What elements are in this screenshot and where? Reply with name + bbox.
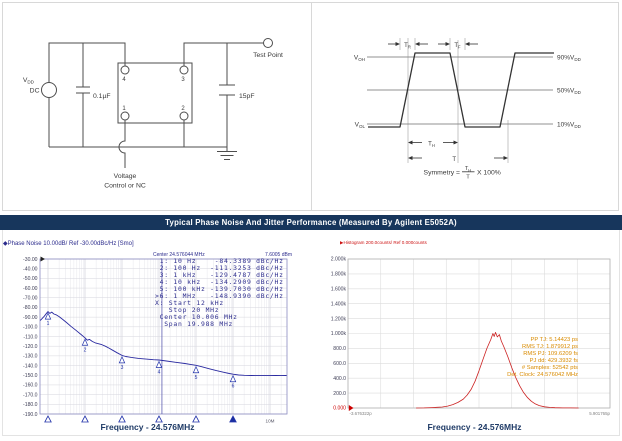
jitter-stat-line: PJ dd: 429.3932 fs: [451, 358, 578, 365]
jitter-statistics: PP TJ: 5.14423 psRMS TJ: 1.879912 psRMS …: [451, 337, 578, 379]
level-90-label: 90%VDD: [557, 55, 582, 63]
section-banner-title: Typical Phase Noise And Jitter Performan…: [165, 218, 457, 227]
reference-lines: [367, 57, 553, 124]
bypass-cap-label: 0.1µF: [93, 93, 111, 100]
y-axis-tick-label: -110.0: [23, 334, 37, 340]
jitter-stat-line: # Samples: 52542 pts: [451, 365, 578, 372]
y-axis-tick-label: 200.0: [333, 391, 346, 397]
high-time-label: TH: [428, 142, 435, 148]
y-axis-tick-label: 1.400k: [331, 301, 347, 307]
fall-time-label: TF: [454, 43, 461, 49]
ic-pin-3: [180, 66, 188, 74]
y-axis-tick-label: -130.0: [23, 354, 38, 360]
ref-level-arrow-icon: [41, 257, 46, 262]
output-wire: [184, 43, 264, 66]
pin3-label: 3: [181, 77, 185, 83]
pin4-label: 4: [122, 77, 126, 83]
dimension-arrows: [388, 42, 508, 172]
y-axis-tick-label: -100.0: [23, 325, 38, 331]
y-axis-tick-label: 1.000k: [331, 331, 347, 337]
curve-marker-number: 4: [158, 370, 161, 376]
phase-noise-header: ◆Phase Noise 10.00dB/ Ref -30.00dBc/Hz […: [3, 240, 134, 247]
level-10-label: 10%VDD: [557, 122, 582, 130]
section-banner: Typical Phase Noise And Jitter Performan…: [0, 215, 622, 230]
vdd-wire: [49, 43, 125, 83]
y-axis-tick-label: 800.0: [333, 346, 346, 352]
curve-marker-number: 1: [47, 321, 50, 327]
y-axis-tick-label: 2.000k: [331, 257, 347, 263]
y-axis-tick-label: -30.00: [23, 257, 38, 263]
control-label-line1: Voltage: [114, 173, 137, 180]
y-axis-tick-label: 1.800k: [331, 272, 347, 278]
datasheet-page: VDD DC 0.1µF 15pF Test Point 4 3 1 2 Vol…: [0, 0, 622, 441]
y-axis-tick-label: -180.0: [23, 402, 38, 408]
y-axis-tick-label: -150.0: [23, 373, 38, 379]
pin2-label: 2: [181, 106, 185, 112]
control-label-line2: Control or NC: [104, 183, 146, 190]
curve-marker-number: 3: [121, 365, 124, 371]
curve-marker-number: 6: [232, 384, 235, 390]
load-cap-label: 15pF: [239, 93, 255, 100]
waveform-timing-diagram: VOH VOL 90%VDD 50%VDD 10%VDD TR TF TH T …: [311, 0, 622, 211]
y-axis-tick-label: -60.00: [23, 286, 38, 292]
symmetry-label: Symmetry =: [424, 170, 460, 177]
phase-noise-axis-title: Frequency - 24.576MHz: [0, 422, 303, 432]
bypass-capacitor: [76, 43, 90, 147]
ic-pin-4: [121, 66, 129, 74]
control-wire: [119, 120, 125, 168]
y-axis-tick-label: 0.000: [333, 406, 346, 412]
histogram-header: ▶Histogram 200.0counts/ Ref 0.000counts: [340, 240, 427, 246]
pin1-label: 1: [122, 106, 126, 112]
y-axis-tick-label: -70.00: [23, 296, 38, 302]
test-point-terminal: [264, 39, 273, 48]
curve-marker-number: 2: [84, 347, 87, 353]
y-axis-tick-label: 400.0: [333, 376, 346, 382]
circuit-wires: [42, 39, 273, 169]
y-axis-tick-label: 1.200k: [331, 316, 347, 322]
dc-label: DC: [30, 88, 40, 95]
jitter-histogram-chart: 2.000k 1.800k 1.600k 1.400k 1.200k 1.000k 800.…: [311, 236, 622, 436]
level-50-label: 50%VDD: [557, 88, 582, 96]
dc-source: [42, 83, 57, 98]
y-axis-tick-label: 1.600k: [331, 287, 347, 293]
y-axis-tick-label: -50.00: [23, 276, 38, 282]
vdd-label: VDD: [23, 77, 35, 85]
y-axis-tick-label: -40.00: [23, 266, 38, 272]
y-axis-tick-label: -170.0: [23, 392, 38, 398]
ic-pin-2: [180, 112, 188, 120]
y-axis-tick-label: -120.0: [23, 344, 38, 350]
jitter-stat-line: RMS PJ: 109.6209 fs: [451, 351, 578, 358]
y-axis-tick-label: -90.00: [23, 315, 38, 321]
symmetry-numerator: TH: [465, 166, 471, 172]
vol-label: VOL: [355, 122, 366, 130]
jitter-stat-line: PP TJ: 5.14423 ps: [451, 337, 578, 344]
period-label: T: [452, 157, 456, 163]
ground-symbol: [217, 147, 237, 160]
circuit-labels: VDD DC 0.1µF 15pF Test Point 4 3 1 2 Vol…: [23, 52, 283, 190]
timing-labels: VOH VOL 90%VDD 50%VDD 10%VDD TR TF TH T …: [354, 43, 582, 181]
test-point-label: Test Point: [253, 52, 283, 59]
rise-time-label: TR: [404, 43, 411, 49]
y-axis-tick-label: -140.0: [23, 363, 38, 369]
x-axis-right-label: 5.901765p: [589, 411, 610, 416]
curve-marker-number: 5: [195, 375, 198, 381]
symmetry-denominator: T: [466, 175, 470, 181]
jitter-stat-line: RMS TJ: 1.879912 ps: [451, 344, 578, 351]
y-axis-tick-label: -190.0: [23, 412, 38, 418]
voh-label: VOH: [354, 55, 365, 63]
test-circuit-diagram: VDD DC 0.1µF 15pF Test Point 4 3 1 2 Vol…: [0, 0, 311, 211]
y-axis-tick-label: 600.0: [333, 361, 346, 367]
marker-table: 1: 10 Hz -84.3389 dBc/Hz 2: 100 Hz -111.…: [155, 258, 284, 328]
load-capacitor: [219, 43, 235, 147]
y-axis-tick-label: -160.0: [23, 383, 38, 389]
phase-noise-chart: -30.00 -40.00 -50.00 -60.00 -70.00 -80.00 -90.…: [0, 236, 311, 436]
histogram-axis-title: Frequency - 24.576MHz: [319, 422, 622, 432]
symmetry-suffix: X 100%: [477, 170, 501, 177]
jitter-stat-line: Det. Clock: 24.576042 MHz: [451, 372, 578, 379]
x-axis-left-label: -3.676322p: [350, 411, 373, 416]
y-axis-tick-label: -80.00: [23, 305, 38, 311]
jitter-histogram-plot: 2.000k 1.800k 1.600k 1.400k 1.200k 1.000k 800.…: [311, 236, 622, 436]
marker-info-line: Span 19.988 MHz: [155, 321, 284, 328]
ic-pin-1: [121, 112, 129, 120]
